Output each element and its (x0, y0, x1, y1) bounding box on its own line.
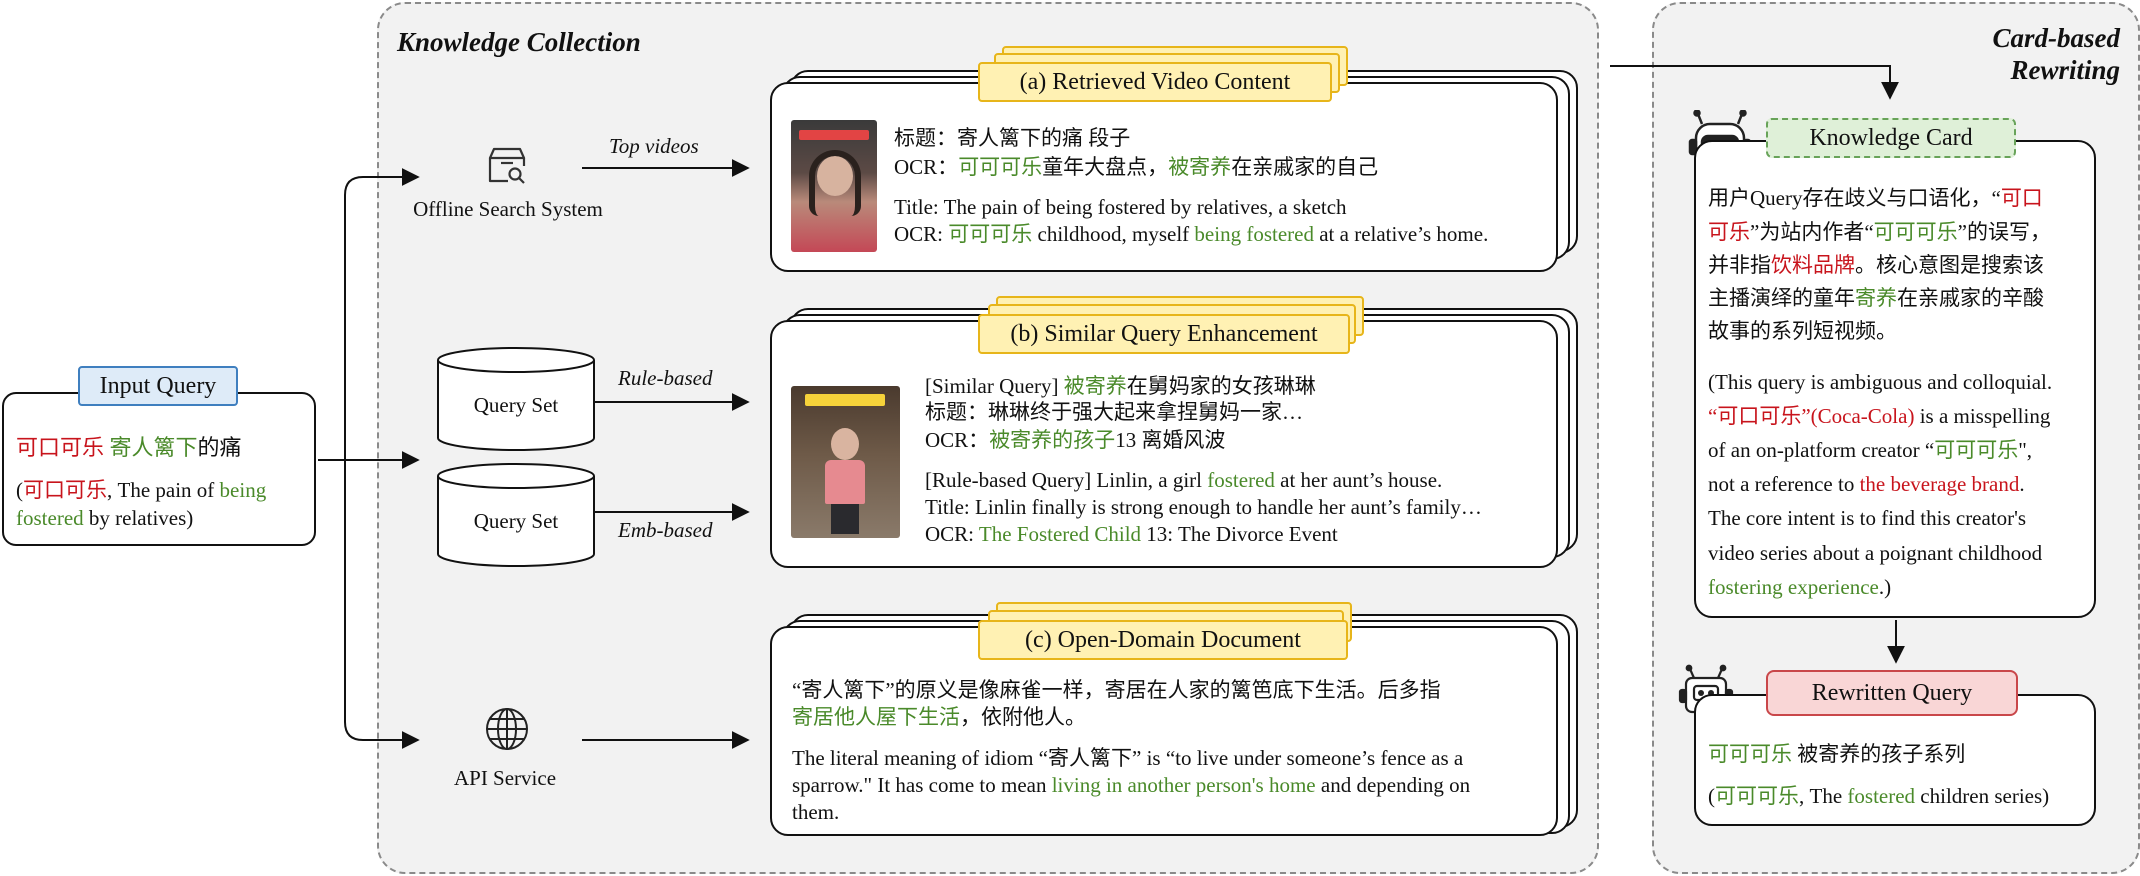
rewritten-query-en: (可可可乐, The fostered children series) (1708, 784, 2050, 808)
knowledge-card-en-line-5: The core intent is to find this creator'… (1708, 506, 2027, 530)
card-c-line-5: them. (792, 800, 840, 824)
card-c-line-3: The literal meaning of idiom “寄人篱下” is “… (792, 746, 1464, 770)
card-rewriting-title-line1: Card-based (1992, 23, 2121, 53)
knowledge-card-en-line-4: not a reference to the beverage brand. (1708, 472, 2025, 496)
card-rewriting-title-line2: Rewriting (2010, 55, 2120, 85)
api-service-label: API Service (453, 766, 557, 790)
input-query-zh: 可口可乐 寄人篱下的痛 (16, 435, 242, 460)
card-a-line-2: OCR：可可可乐童年大盘点，被寄养在亲戚家的自己 (894, 155, 1379, 179)
card-b-line-2: 标题：琳琳终于强大起来拿捏舅妈一家… (925, 400, 1303, 424)
knowledge-card-tab: Knowledge Card (1766, 118, 2016, 158)
card-c-line-1: “寄人篱下”的原义是像麻雀一样，寄居在人家的篱笆底下生活。后多指 (792, 678, 1441, 702)
query-set-2-label: Query Set (473, 509, 559, 533)
card-a-line-3: Title: The pain of being fostered by rel… (894, 195, 1347, 219)
knowledge-card-en-line-6: video series about a poignant childhood (1708, 541, 2043, 565)
edge-label-emb-based: Emb-based (618, 518, 713, 542)
card-b-video-thumbnail (791, 386, 900, 538)
rewritten-query-zh: 可可可乐 被寄养的孩子系列 (1708, 742, 1966, 766)
query-set-1-label: Query Set (473, 393, 559, 417)
input-query-en-line1: (可口可乐, The pain of being (16, 478, 267, 502)
card-c-tab: (c) Open-Domain Document (978, 620, 1348, 660)
edge-label-rule-based: Rule-based (618, 366, 713, 390)
globe-icon (486, 708, 528, 750)
edge-label-top-videos: Top videos (609, 134, 699, 158)
knowledge-collection-title: Knowledge Collection (397, 27, 641, 57)
rewritten-query-tab: Rewritten Query (1766, 670, 2018, 716)
search-box-icon (488, 147, 526, 184)
card-b-tab: (b) Similar Query Enhancement (978, 314, 1350, 354)
input-query-tab: Input Query (78, 366, 238, 406)
knowledge-card-zh-line-1: 用户Query存在歧义与口语化，“可口 (1708, 186, 2043, 210)
input-query-en-line2: fostered by relatives) (16, 506, 194, 530)
knowledge-card-zh-line-4: 主播演绎的童年寄养在亲戚家的辛酸 (1708, 286, 2044, 310)
card-a-video-thumbnail (791, 120, 877, 252)
knowledge-card-en-line-1: (This query is ambiguous and colloquial. (1708, 370, 2053, 394)
card-b-line-5: Title: Linlin finally is strong enough t… (925, 495, 1482, 519)
card-b-line-4: [Rule-based Query] Linlin, a girl foster… (925, 468, 1443, 492)
card-b-line-6: OCR: The Fostered Child 13: The Divorce … (925, 522, 1338, 546)
card-c-line-4: sparrow." It has come to mean living in … (792, 773, 1471, 797)
knowledge-card-zh-line-2: 可乐”为站内作者“可可可乐”的误写， (1708, 220, 2051, 244)
card-a-line-1: 标题：寄人篱下的痛 段子 (894, 126, 1131, 150)
card-b-line-1: [Similar Query] 被寄养在舅妈家的女孩琳琳 (925, 374, 1316, 398)
card-a-tab: (a) Retrieved Video Content (978, 62, 1332, 102)
card-b-line-3: OCR：被寄养的孩子13 离婚风波 (925, 428, 1226, 452)
knowledge-card-zh-line-3: 并非指饮料品牌。核心意图是搜索该 (1708, 253, 2044, 277)
knowledge-card-en-line-7: fostering experience.) (1708, 575, 1892, 599)
knowledge-card-en-line-3: of an on-platform creator “可可可乐", (1708, 438, 2033, 462)
card-c-line-2: 寄居他人屋下生活，依附他人。 (792, 705, 1086, 729)
knowledge-card-zh-line-5: 故事的系列短视频。 (1708, 319, 1897, 343)
offline-search-label: Offline Search System (413, 197, 603, 221)
card-a-line-4: OCR: 可可可乐 childhood, myself being foster… (894, 222, 1489, 246)
knowledge-card-en-line-2: “可口可乐”(Coca-Cola) is a misspelling (1708, 404, 2051, 428)
